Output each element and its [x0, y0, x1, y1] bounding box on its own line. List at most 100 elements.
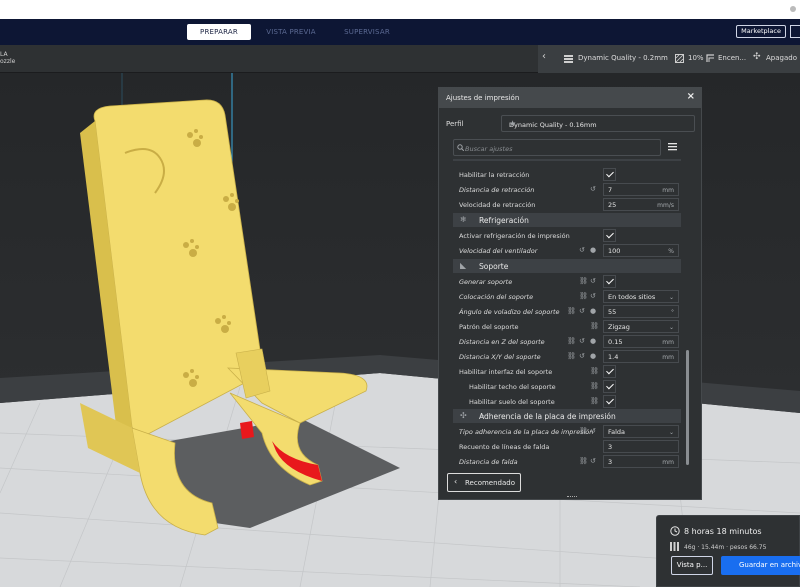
- link-icon[interactable]: ⛓: [579, 277, 588, 285]
- link-icon[interactable]: ⛓: [579, 427, 588, 435]
- account-button[interactable]: [790, 25, 800, 38]
- search-input[interactable]: Buscar ajustes: [453, 139, 661, 156]
- link-icon[interactable]: ⛓: [590, 367, 599, 375]
- print-info-panel: 8 horas 18 minutos 46g · 15.44m · pesos …: [656, 515, 800, 587]
- layers-icon: [564, 55, 573, 63]
- category-header-partial: [453, 159, 681, 161]
- setting-row: Habilitar la retracción: [453, 167, 681, 182]
- reset-icon[interactable]: ↺: [590, 292, 596, 300]
- reset-icon[interactable]: ↺: [590, 185, 596, 193]
- support-icon: ◣: [460, 261, 467, 270]
- setting-row: Distancia de retracción ↺ 7 mm: [453, 182, 681, 197]
- adhesion-icon: ✣: [753, 52, 761, 62]
- info-icon[interactable]: ●: [590, 246, 596, 254]
- info-icon[interactable]: ●: [590, 307, 596, 315]
- settings-scrollbar[interactable]: [686, 350, 689, 465]
- link-icon[interactable]: ⛓: [567, 307, 576, 315]
- setting-row: Activar refrigeración de impresión: [453, 228, 681, 243]
- checkbox[interactable]: [603, 365, 616, 378]
- resize-handle[interactable]: [567, 496, 577, 499]
- value-field[interactable]: 1.4 mm: [603, 350, 679, 363]
- tab-preparar[interactable]: PREPARAR: [187, 24, 251, 40]
- info-icon[interactable]: ●: [590, 337, 596, 345]
- reset-icon[interactable]: ↺: [579, 337, 585, 345]
- preview-button[interactable]: Vista p...: [671, 556, 713, 575]
- value-field[interactable]: 7 mm: [603, 183, 679, 196]
- profile-select[interactable]: Dynamic Quality - 0.16mm ★ ⌄: [501, 115, 695, 132]
- checkbox[interactable]: [603, 395, 616, 408]
- value-field[interactable]: 3: [603, 440, 679, 453]
- category-adherencia[interactable]: ✣ Adherencia de la placa de impresión ⌄: [453, 409, 681, 423]
- print-time: 8 horas 18 minutos: [684, 527, 762, 536]
- close-icon[interactable]: ×: [687, 91, 695, 102]
- reset-icon[interactable]: ↺: [579, 246, 585, 254]
- category-soporte[interactable]: ◣ Soporte ⌄: [453, 259, 681, 273]
- chevron-left-icon[interactable]: ‹: [542, 51, 546, 62]
- checkbox[interactable]: [603, 380, 616, 393]
- setting-row: Habilitar techo del soporte ⛓: [453, 379, 681, 394]
- tab-vista-previa[interactable]: VISTA PREVIA: [260, 24, 322, 40]
- printer-selector[interactable]: LA ozzle: [0, 51, 15, 65]
- link-icon[interactable]: ⛓: [567, 337, 576, 345]
- setting-row: Habilitar suelo del soporte ⛓: [453, 394, 681, 409]
- select-field[interactable]: Falda ⌄: [603, 425, 679, 438]
- checkbox[interactable]: [603, 229, 616, 242]
- print-stats: 46g · 15.44m · pesos 66.75: [684, 544, 767, 551]
- recommended-button[interactable]: ‹ Recomendado: [447, 473, 521, 492]
- category-refrigeracion[interactable]: ❄ Refrigeración ⌄: [453, 213, 681, 227]
- link-icon[interactable]: ⛓: [590, 382, 599, 390]
- window-top-strip: [0, 0, 800, 19]
- print-settings-dialog: Ajustes de impresión × Perfil Dynamic Qu…: [438, 87, 702, 500]
- dialog-title-bar[interactable]: Ajustes de impresión ×: [439, 88, 701, 108]
- reset-icon[interactable]: ↺: [590, 277, 596, 285]
- infill-icon: [675, 54, 684, 63]
- select-field[interactable]: En todos sitios ⌄: [603, 290, 679, 303]
- account-dot: [790, 6, 796, 12]
- select-field[interactable]: Zigzag ⌄: [603, 320, 679, 333]
- chevron-left-icon: ‹: [454, 477, 458, 486]
- clock-icon: [670, 526, 680, 536]
- reset-icon[interactable]: ↺: [590, 427, 596, 435]
- reset-icon[interactable]: ↺: [590, 457, 596, 465]
- print-settings-summary[interactable]: ‹ Dynamic Quality - 0.2mm 10% Encen... ✣…: [538, 45, 800, 73]
- value-field[interactable]: 0.15 mm: [603, 335, 679, 348]
- support-icon: [706, 54, 714, 62]
- setting-row: Recuento de líneas de falda 3: [453, 439, 681, 454]
- reset-icon[interactable]: ↺: [579, 307, 585, 315]
- printer-name: LA: [0, 51, 8, 58]
- link-icon[interactable]: ⛓: [590, 397, 599, 405]
- checkbox[interactable]: [603, 168, 616, 181]
- chevron-down-icon: ⌄: [479, 260, 486, 269]
- setting-row: Distancia X/Y del soporte ⛓ ↺ ● 1.4 mm: [453, 349, 681, 364]
- value-field[interactable]: 55 °: [603, 305, 679, 318]
- chevron-down-icon: ⌄: [668, 294, 674, 301]
- value-field[interactable]: 3 mm: [603, 455, 679, 468]
- setting-row: Generar soporte ⛓ ↺: [453, 274, 681, 289]
- marketplace-button[interactable]: Marketplace: [736, 25, 786, 38]
- link-icon[interactable]: ⛓: [590, 322, 599, 330]
- settings-list[interactable]: Habilitar la retracción Distancia de ret…: [453, 159, 695, 469]
- menu-icon[interactable]: [668, 142, 677, 151]
- value-field[interactable]: 100%: [603, 244, 679, 257]
- search-icon: [457, 144, 464, 151]
- link-icon[interactable]: ⛓: [567, 352, 576, 360]
- setting-row: Distancia en Z del soporte ⛓ ↺ ● 0.15 mm: [453, 334, 681, 349]
- adhesion-value: Apagado: [766, 54, 797, 62]
- chevron-down-icon: ⌄: [668, 324, 674, 331]
- printer-nozzle: ozzle: [0, 58, 16, 65]
- setting-row: Colocación del soporte ⛓ ↺ En todos siti…: [453, 289, 681, 304]
- material-icon: [670, 542, 679, 551]
- tab-supervisar[interactable]: SUPERVISAR: [336, 24, 398, 40]
- search-placeholder: Buscar ajustes: [465, 145, 513, 153]
- reset-icon[interactable]: ↺: [579, 352, 585, 360]
- info-icon[interactable]: ●: [590, 352, 596, 360]
- setting-row: Ángulo de voladizo del soporte ⛓ ↺ ● 55 °: [453, 304, 681, 319]
- snowflake-icon: ❄: [460, 215, 467, 224]
- link-icon[interactable]: ⛓: [579, 292, 588, 300]
- value-field[interactable]: 25 mm/s: [603, 198, 679, 211]
- save-to-file-button[interactable]: Guardar en archivo: [721, 556, 800, 575]
- chevron-down-icon[interactable]: ⌄: [509, 118, 685, 127]
- checkbox[interactable]: [603, 275, 616, 288]
- link-icon[interactable]: ⛓: [579, 457, 588, 465]
- header-bar: PREPARAR VISTA PREVIA SUPERVISAR Marketp…: [0, 19, 800, 45]
